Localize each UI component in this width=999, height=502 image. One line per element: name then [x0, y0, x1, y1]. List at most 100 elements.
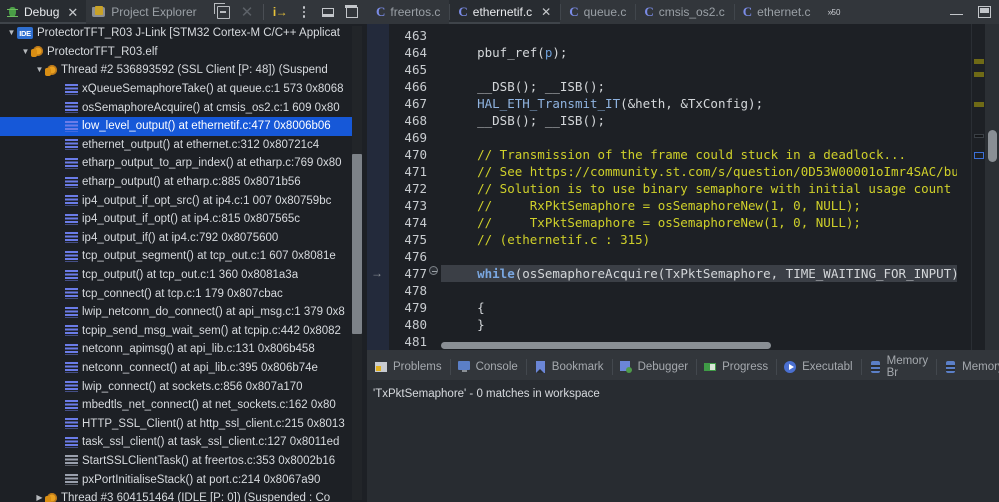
editor-overview-ruler[interactable] [971, 24, 985, 350]
tree-row[interactable]: ip4_output_if() at ip4.c:792 0x8075600 [0, 229, 352, 248]
tree-row[interactable]: netconn_apimsg() at api_lib.c:131 0x806b… [0, 340, 352, 359]
code-line[interactable]: // Transmission of the frame could stuck… [441, 146, 957, 163]
bottom-tab-executabl[interactable]: Executabl [776, 354, 861, 380]
overview-mark-occurrence[interactable] [974, 59, 984, 64]
bottom-tab-problems[interactable]: Problems [367, 354, 450, 380]
chevron-down-icon[interactable]: ▼ [20, 47, 31, 56]
overview-mark-occurrence[interactable] [974, 72, 984, 77]
tree-row[interactable]: task_ssl_client() at task_ssl_client.c:1… [0, 433, 352, 452]
code-line[interactable]: // (ethernetif.c : 315) [441, 231, 957, 248]
code-line[interactable]: { [441, 299, 957, 316]
collapse-all-button[interactable] [212, 1, 234, 23]
tree-row[interactable]: ▼ Thread #2 536893592 (SSL Client [P: 48]… [0, 61, 352, 80]
bottom-tab-memory-br[interactable]: Memory Br [860, 354, 937, 380]
tree-row[interactable]: ▶ Thread #3 604151464 (IDLE [P: 0]) (Susp… [0, 489, 352, 502]
editor-marker-bar[interactable]: → [367, 24, 389, 350]
c-file-icon: C [742, 4, 753, 19]
tree-row[interactable]: HTTP_SSL_Client() at http_ssl_client.c:2… [0, 414, 352, 433]
debug-tree-scrollbar[interactable] [352, 26, 362, 500]
editor-tab-overflow-button[interactable]: » 50 [820, 0, 849, 24]
code-line[interactable]: pbuf_ref(p); [441, 44, 957, 61]
code-line[interactable]: __DSB(); __ISB(); [441, 112, 957, 129]
tree-row-label: netconn_apimsg() at api_lib.c:131 0x806b… [82, 343, 315, 356]
editor-tab-label: freertos.c [390, 5, 441, 19]
debug-call-stack-tree[interactable]: ▼ IDE ProtectorTFT_R03 J-Link [STM32 Corte… [0, 24, 352, 502]
minimize-editor-button[interactable] [945, 1, 967, 23]
chevron-right-icon[interactable]: ▶ [34, 494, 45, 502]
code-line[interactable]: while(osSemaphoreAcquire(TxPktSemaphore,… [441, 265, 957, 282]
editor-tab-queue-c[interactable]: Cqueue.c [560, 0, 635, 24]
tree-row[interactable]: tcp_connect() at tcp.c:1 179 0x807cbac [0, 284, 352, 303]
chevron-down-icon[interactable]: ▼ [6, 29, 17, 37]
tree-row[interactable]: ▼ IDE ProtectorTFT_R03 J-Link [STM32 Corte… [0, 24, 352, 43]
step-into-button[interactable]: i→ [269, 1, 291, 23]
code-line[interactable] [441, 129, 957, 146]
remove-all-terminated-button[interactable]: ✕ [236, 1, 258, 23]
minimize-view-button[interactable] [317, 1, 339, 23]
editor-hscroll-thumb[interactable] [441, 342, 771, 349]
tree-row-label: ip4_output_if_opt_src() at ip4.c:1 007 0… [82, 194, 332, 207]
close-icon[interactable]: ✕ [541, 5, 551, 19]
overview-mark-cursor[interactable] [974, 134, 984, 138]
chevron-down-icon[interactable]: ▼ [34, 66, 45, 74]
bug-icon [6, 5, 19, 19]
tree-row[interactable]: tcp_output() at tcp_out.c:1 360 0x8081a3… [0, 266, 352, 285]
stack-frame-row-selected[interactable]: low_level_output() at ethernetif.c:477 0… [0, 116, 352, 136]
editor-vertical-scrollbar[interactable] [985, 24, 999, 350]
tree-row[interactable]: xQueueSemaphoreTake() at queue.c:1 573 0… [0, 80, 352, 99]
tree-row[interactable]: etharp_output() at etharp.c:885 0x8071b5… [0, 173, 352, 192]
line-number: 479 [404, 300, 427, 315]
tab-project-explorer[interactable]: Project Explorer [86, 0, 204, 24]
bottom-tab-bookmark[interactable]: Bookmark [525, 354, 612, 380]
bottom-tab-memory[interactable]: Memory [936, 354, 999, 380]
editor-tab-ethernet-c[interactable]: Cethernet.c [733, 0, 820, 24]
tree-row[interactable]: StartSSLClientTask() at freertos.c:353 0… [0, 452, 352, 471]
maximize-editor-button[interactable] [973, 1, 995, 23]
tree-row[interactable]: lwip_netconn_do_connect() at api_msg.c:1… [0, 303, 352, 322]
tree-row-label: HTTP_SSL_Client() at http_ssl_client.c:2… [82, 417, 345, 430]
code-line[interactable]: // Solution is to use binary semaphore w… [441, 180, 957, 197]
editor-tab-freertos-c[interactable]: Cfreertos.c [367, 0, 449, 24]
editor-vscroll-thumb[interactable] [988, 130, 997, 162]
search-results-content[interactable]: 'TxPktSemaphore' - 0 matches in workspac… [367, 380, 999, 502]
fold-collapse-icon[interactable] [429, 266, 438, 275]
bottom-tab-progress[interactable]: Progress [696, 354, 776, 380]
tree-row[interactable]: tcpip_send_msg_wait_sem() at tcpip.c:442… [0, 322, 352, 341]
editor-tab-ethernetif-c[interactable]: Cethernetif.c ✕ [449, 0, 561, 24]
tree-row[interactable]: mbedtls_net_connect() at net_sockets.c:1… [0, 396, 352, 415]
tree-row[interactable]: tcp_output_segment() at tcp_out.c:1 607 … [0, 247, 352, 266]
tab-debug[interactable]: Debug ✕ [0, 0, 87, 24]
editor-source-text[interactable]: pbuf_ref(p); __DSB(); __ISB(); HAL_ETH_T… [441, 24, 957, 350]
code-line[interactable]: // RxPktSemaphore = osSemaphoreNew(1, 0,… [441, 197, 957, 214]
close-icon[interactable]: ✕ [67, 6, 78, 19]
tree-row[interactable]: netconn_connect() at api_lib.c:395 0x806… [0, 359, 352, 378]
tree-row[interactable]: ip4_output_if_opt() at ip4.c:815 0x80756… [0, 210, 352, 229]
view-menu-button[interactable] [293, 1, 315, 23]
tree-row[interactable]: ▼ ProtectorTFT_R03.elf [0, 43, 352, 62]
tree-row[interactable]: osSemaphoreAcquire() at cmsis_os2.c:1 60… [0, 98, 352, 117]
editor-tab-cmsis_os2-c[interactable]: Ccmsis_os2.c [635, 0, 733, 24]
tree-row[interactable]: pxPortInitialiseStack() at port.c:214 0x… [0, 470, 352, 489]
tree-row[interactable]: lwip_connect() at sockets.c:856 0x807a17… [0, 377, 352, 396]
tree-row[interactable]: ethernet_output() at ethernet.c:312 0x80… [0, 136, 352, 155]
tree-row[interactable]: etharp_output_to_arp_index() at etharp.c… [0, 154, 352, 173]
code-line[interactable]: // See https://community.st.com/s/questi… [441, 163, 957, 180]
code-line[interactable] [441, 27, 957, 44]
tree-row[interactable]: ip4_output_if_opt_src() at ip4.c:1 007 0… [0, 191, 352, 210]
code-line[interactable]: // TxPktSemaphore = osSemaphoreNew(1, 0,… [441, 214, 957, 231]
editor-horizontal-scrollbar[interactable] [441, 341, 971, 350]
code-line[interactable] [441, 61, 957, 78]
code-line[interactable]: HAL_ETH_Transmit_IT(&heth, &TxConfig); [441, 95, 957, 112]
bottom-tab-debugger[interactable]: Debugger [611, 354, 697, 380]
code-editor[interactable]: → 463 464 465 466 467 468 469 470 471 472 473 474 47… [367, 24, 999, 400]
overview-mark-selection[interactable] [974, 152, 984, 159]
code-line[interactable]: __DSB(); __ISB(); [441, 78, 957, 95]
bottom-tab-console[interactable]: Console [449, 354, 526, 380]
debug-tree-scroll-thumb[interactable] [352, 154, 362, 334]
editor-folding-bar[interactable] [427, 24, 441, 350]
code-line[interactable] [441, 282, 957, 299]
code-line[interactable]: } [441, 316, 957, 333]
code-line[interactable] [441, 248, 957, 265]
maximize-view-button[interactable] [341, 1, 363, 23]
overview-mark-occurrence[interactable] [974, 102, 984, 107]
